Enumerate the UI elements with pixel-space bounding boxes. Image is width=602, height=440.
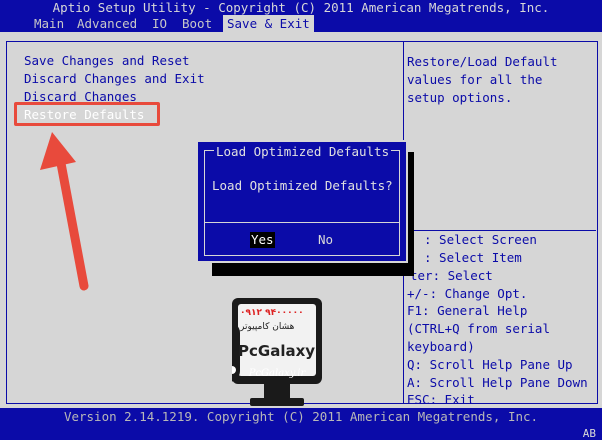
watermark-brand: PcGalaxy: [238, 342, 316, 360]
watermark-phone: ۰۹۱۲ ۹۴۰۰۰۰۰: [240, 308, 304, 318]
watermark-site: PcGalaxy.ir: [248, 368, 306, 379]
bios-screen: Aptio Setup Utility - Copyright (C) 2011…: [0, 0, 602, 440]
watermark-brand-fa: هشان کامپیوتر: [240, 322, 295, 332]
pcgalaxy-watermark-logo: ۰۹۱۲ ۹۴۰۰۰۰۰ هشان کامپیوتر PcGalaxy PcGa…: [218, 298, 322, 410]
